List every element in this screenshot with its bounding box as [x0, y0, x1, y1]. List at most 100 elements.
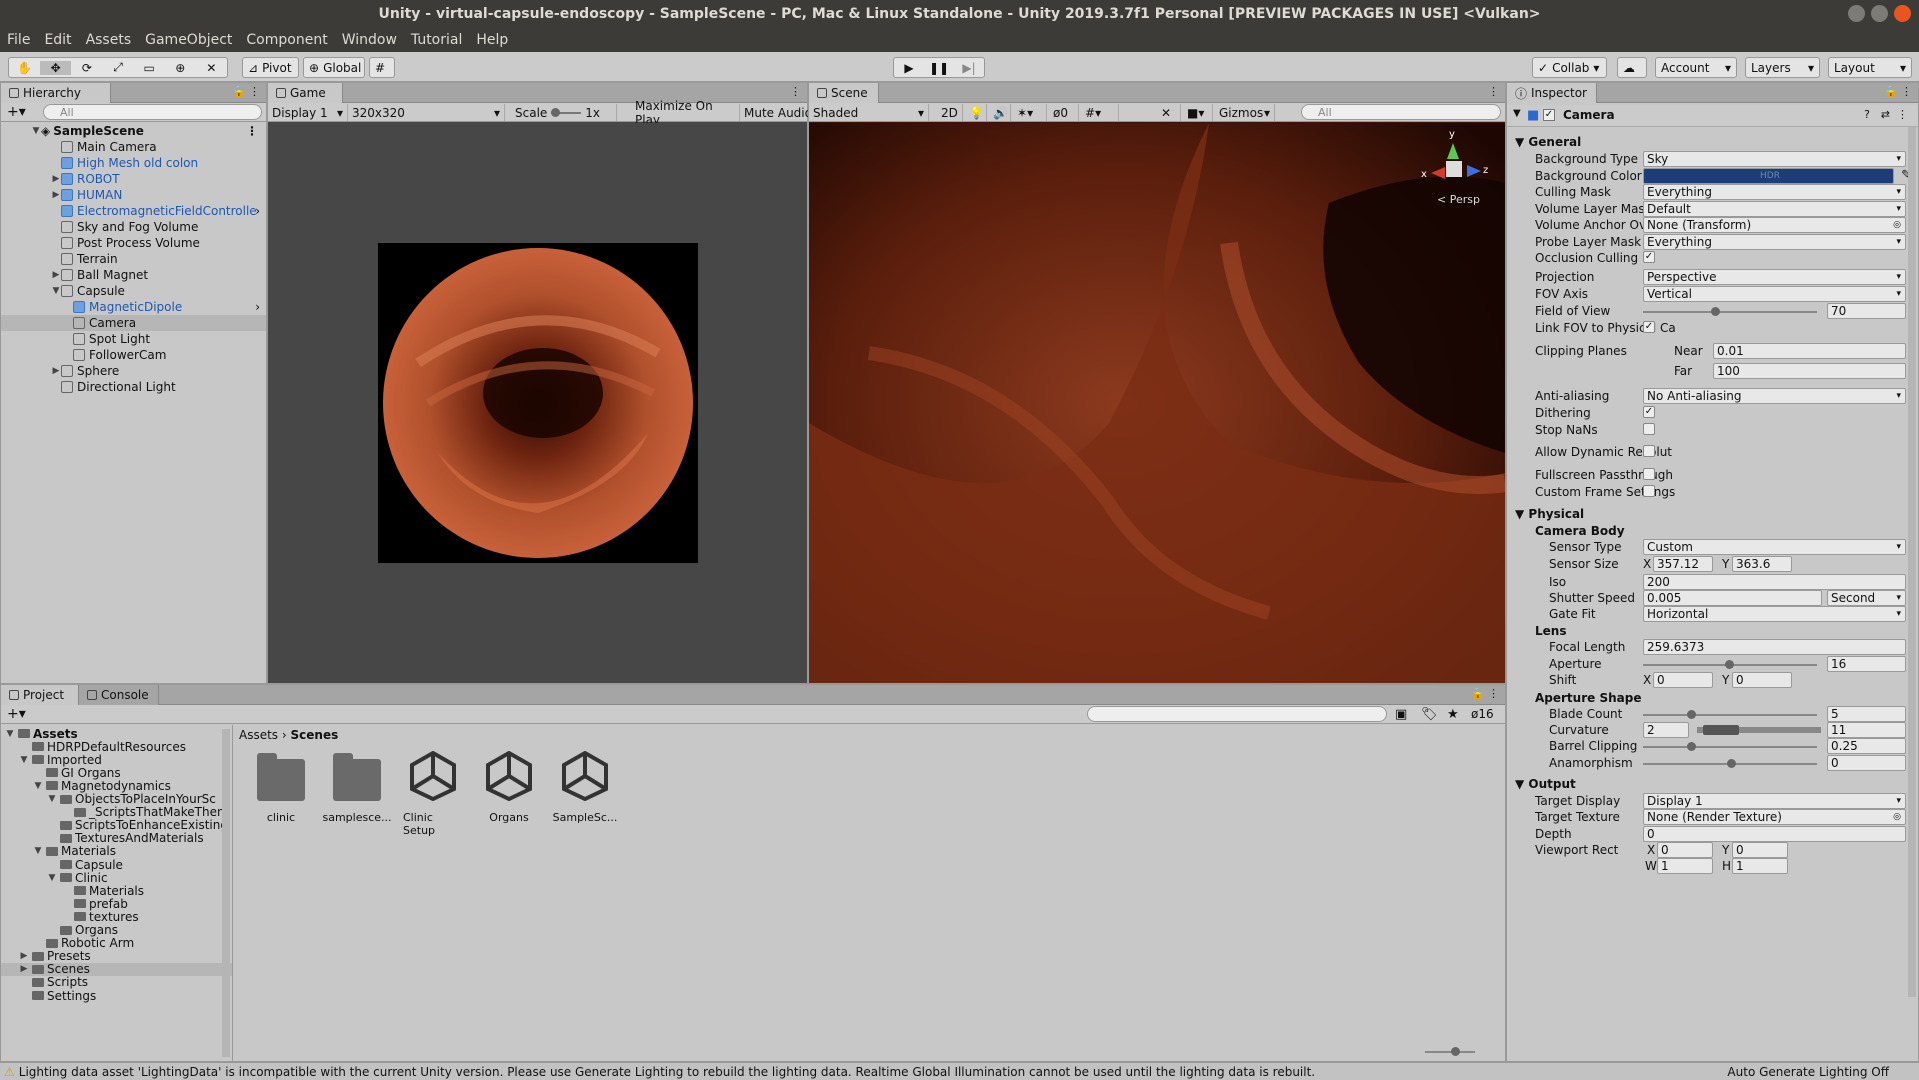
- shutter-unit-dropdown[interactable]: Second ▾: [1827, 590, 1906, 606]
- slider-knob[interactable]: [1725, 660, 1734, 669]
- hierarchy-item[interactable]: Terrain: [1, 251, 266, 267]
- hierarchy-item[interactable]: ▶ ROBOT: [1, 171, 266, 187]
- aa-dropdown[interactable]: No Anti-aliasing ▾: [1643, 388, 1906, 404]
- dropdown-field[interactable]: Everything ▾: [1643, 233, 1906, 250]
- expand-arrow-icon[interactable]: ▼: [51, 286, 61, 296]
- project-tree-item[interactable]: ▶ Presets: [1, 949, 232, 963]
- rect-tool-icon[interactable]: ▭: [134, 61, 165, 75]
- tab-hierarchy[interactable]: Hierarchy: [1, 83, 111, 103]
- curvature-max-input[interactable]: 11: [1827, 722, 1906, 738]
- tab-game[interactable]: Game: [268, 83, 343, 103]
- stop-nans-checkbox[interactable]: [1643, 423, 1655, 435]
- global-toggle[interactable]: ⊕ Global: [303, 57, 365, 78]
- sensor-size-y-input[interactable]: 363.6: [1732, 556, 1792, 572]
- slider-knob[interactable]: [1687, 742, 1696, 751]
- custom-tool-icon[interactable]: ✕: [196, 61, 227, 75]
- project-tree-item[interactable]: TexturesAndMaterials: [1, 831, 232, 845]
- viewport-h-input[interactable]: 1: [1732, 858, 1788, 874]
- expand-arrow-icon[interactable]: ▼: [1513, 108, 1521, 119]
- minimize-button[interactable]: [1848, 5, 1865, 22]
- lock-icon[interactable]: 🔒: [1884, 85, 1898, 98]
- kebab-menu-icon[interactable]: ⋮: [1901, 85, 1912, 98]
- account-dropdown[interactable]: Account ▾: [1655, 57, 1737, 78]
- tree-scrollbar[interactable]: [222, 729, 230, 1057]
- slider-knob[interactable]: [1727, 759, 1736, 768]
- orientation-gizmo[interactable]: y x z < Persp: [1421, 129, 1491, 209]
- effects-dropdown[interactable]: ✶ ▾: [1013, 104, 1047, 121]
- menu-window[interactable]: Window: [335, 32, 404, 48]
- dithering-checkbox[interactable]: ✓: [1643, 406, 1655, 418]
- project-tree-item[interactable]: HDRPDefaultResources: [1, 740, 232, 754]
- project-tree-item[interactable]: ▼ Assets: [1, 727, 232, 741]
- slider-knob[interactable]: [1711, 307, 1720, 316]
- favorite-star-icon[interactable]: ★: [1447, 707, 1459, 722]
- checkbox[interactable]: ✓: [1643, 251, 1655, 263]
- hierarchy-item[interactable]: ▶ Sphere: [1, 363, 266, 379]
- range-thumb[interactable]: [1703, 725, 1739, 735]
- project-tree-item[interactable]: ▼ Magnetodynamics: [1, 779, 232, 793]
- object-field[interactable]: None (Transform) ◎: [1643, 217, 1906, 233]
- barrel-slider[interactable]: [1643, 742, 1817, 751]
- target-texture-field[interactable]: None (Render Texture) ◎: [1643, 809, 1906, 825]
- tools-icon[interactable]: ✕: [1157, 104, 1181, 121]
- focal-input[interactable]: 259.6373: [1643, 639, 1906, 655]
- pivot-toggle[interactable]: ⊿ Pivot: [242, 57, 299, 78]
- project-tree-item[interactable]: Materials: [1, 884, 232, 898]
- hierarchy-item[interactable]: High Mesh old colon: [1, 155, 266, 171]
- axis-z-cone[interactable]: [1467, 165, 1481, 177]
- hierarchy-item[interactable]: ▶ Ball Magnet: [1, 267, 266, 283]
- project-tree-item[interactable]: prefab: [1, 897, 232, 911]
- move-tool-icon[interactable]: ✥: [40, 60, 72, 75]
- expand-arrow-icon[interactable]: ▶: [51, 366, 61, 376]
- target-display-dropdown[interactable]: Display 1 ▾: [1643, 793, 1906, 809]
- breadcrumb-assets[interactable]: Assets: [239, 728, 278, 742]
- viewport-x-input[interactable]: 0: [1657, 842, 1713, 858]
- hierarchy-item[interactable]: Directional Light: [1, 379, 266, 395]
- gizmo-center-cube[interactable]: [1446, 161, 1462, 177]
- play-button[interactable]: ▶: [894, 61, 924, 75]
- aperture-input[interactable]: 16: [1827, 656, 1906, 672]
- status-message[interactable]: Lighting data asset 'LightingData' is in…: [19, 1065, 1739, 1079]
- iso-input[interactable]: 200: [1643, 574, 1906, 590]
- asset-tile[interactable]: Clinic Setup: [403, 751, 463, 837]
- add-icon[interactable]: +▾: [7, 104, 26, 120]
- dropdown-field[interactable]: Sky ▾: [1643, 151, 1906, 167]
- blade-input[interactable]: 5: [1827, 706, 1906, 722]
- expand-arrow-icon[interactable]: ▶: [19, 951, 29, 961]
- gate-fit-dropdown[interactable]: Horizontal ▾: [1643, 606, 1906, 622]
- axis-y-cone[interactable]: [1447, 143, 1459, 159]
- asset-tile[interactable]: Organs: [479, 751, 539, 824]
- expand-arrow-icon[interactable]: ▼: [5, 729, 15, 739]
- scale-slider[interactable]: Scale 1x: [511, 104, 617, 121]
- hierarchy-item[interactable]: Post Process Volume: [1, 235, 266, 251]
- expand-arrow-icon[interactable]: ▼: [31, 126, 41, 136]
- project-tree-item[interactable]: ▼ Clinic: [1, 871, 232, 885]
- chevron-right-icon[interactable]: ›: [255, 300, 260, 314]
- far-input[interactable]: 100: [1713, 363, 1906, 379]
- kebab-menu-icon[interactable]: ⋮: [249, 85, 260, 98]
- audio-toggle-icon[interactable]: 🔊: [989, 104, 1011, 121]
- expand-arrow-icon[interactable]: ▼: [47, 873, 57, 883]
- fov-axis-dropdown[interactable]: Vertical ▾: [1643, 286, 1906, 302]
- help-icon[interactable]: ?: [1864, 108, 1870, 121]
- output-section[interactable]: ▼ Output: [1515, 777, 1576, 791]
- menu-help[interactable]: Help: [469, 32, 515, 48]
- depth-input[interactable]: 0: [1643, 826, 1906, 842]
- project-tree-item[interactable]: Organs: [1, 923, 232, 937]
- sensor-size-x-input[interactable]: 357.12: [1653, 556, 1713, 572]
- anamorph-slider[interactable]: [1643, 759, 1817, 768]
- menu-edit[interactable]: Edit: [37, 32, 78, 48]
- color-field[interactable]: HDR: [1643, 167, 1894, 184]
- anamorph-input[interactable]: 0: [1827, 755, 1906, 771]
- passthrough-checkbox[interactable]: [1643, 468, 1655, 480]
- kebab-menu-icon[interactable]: ⋮: [790, 85, 801, 98]
- resolution-dropdown[interactable]: 320x320 ▾: [348, 104, 505, 121]
- hierarchy-item[interactable]: Spot Light: [1, 331, 266, 347]
- project-tree-item[interactable]: GI Organs: [1, 766, 232, 780]
- axis-x-cone[interactable]: [1431, 167, 1445, 179]
- project-tree-item[interactable]: textures: [1, 910, 232, 924]
- collab-dropdown[interactable]: ✓ Collab ▾: [1532, 57, 1607, 78]
- barrel-input[interactable]: 0.25: [1827, 738, 1906, 754]
- menu-assets[interactable]: Assets: [79, 32, 139, 48]
- scene-root[interactable]: ▼ ◈ SampleScene ⋮: [1, 123, 266, 139]
